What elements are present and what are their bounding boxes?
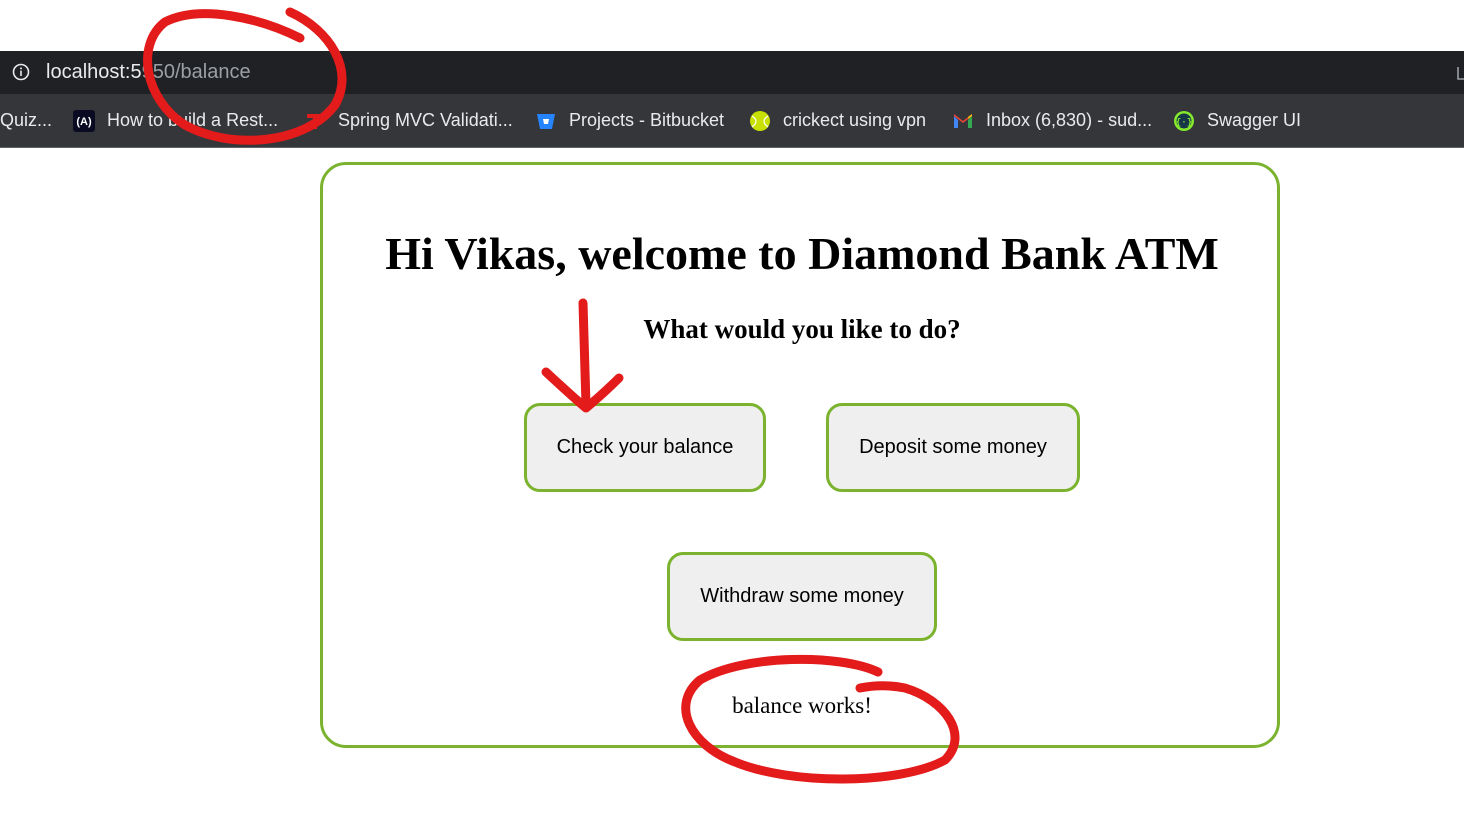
- bookmarks-bar: Quiz... (A) How to build a Rest... Sprin…: [0, 94, 1464, 148]
- bookmark-quiz[interactable]: Quiz...: [0, 94, 52, 147]
- bookmark-bitbucket[interactable]: Projects - Bitbucket: [535, 94, 724, 147]
- withdraw-button[interactable]: Withdraw some money: [667, 552, 937, 641]
- svg-text:{·}: {·}: [1176, 117, 1192, 127]
- swagger-icon: {·}: [1174, 110, 1194, 131]
- bookmark-cricket[interactable]: crickect using vpn: [749, 94, 926, 147]
- address-bar[interactable]: localhost:5950/balance: [0, 51, 1464, 94]
- bookmark-label: Projects - Bitbucket: [569, 110, 725, 130]
- url-path: 950/balance: [141, 61, 251, 83]
- bookmark-rest-api[interactable]: (A) How to build a Rest...: [73, 94, 278, 147]
- page-title: Hi Vikas, welcome to Diamond Bank ATM: [385, 228, 1219, 279]
- bookmark-label: crickect using vpn: [783, 110, 927, 130]
- bookmark-label: Inbox (6,830) - sud...: [986, 110, 1153, 130]
- svg-text:(A): (A): [76, 116, 92, 128]
- bookmark-label: Quiz...: [0, 110, 53, 130]
- url-host: localhost:5: [46, 61, 142, 83]
- bookmark-swagger[interactable]: {·} Swagger UI: [1173, 94, 1301, 147]
- bookmark-label: How to build a Rest...: [107, 110, 279, 130]
- tennis-ball-icon: [750, 110, 770, 131]
- info-icon[interactable]: [12, 63, 30, 81]
- bookmark-gmail[interactable]: Inbox (6,830) - sud...: [952, 94, 1152, 147]
- route-output-text: balance works!: [732, 693, 872, 718]
- bookmark-spring-mvc[interactable]: Spring MVC Validati...: [304, 94, 513, 147]
- install-icon[interactable]: [1456, 65, 1464, 81]
- bookmark-label: Spring MVC Validati...: [338, 110, 513, 130]
- deposit-button[interactable]: Deposit some money: [826, 403, 1080, 492]
- freecodecamp-icon: (A): [73, 109, 95, 132]
- bookmark-label: Swagger UI: [1207, 110, 1302, 130]
- bitbucket-icon: [537, 113, 555, 129]
- t-logo-icon: [307, 113, 323, 129]
- page-top-gap: [0, 0, 1464, 51]
- check-balance-button[interactable]: Check your balance: [524, 403, 766, 492]
- url-text[interactable]: localhost:5950/balance: [46, 61, 251, 84]
- page-subtitle: What would you like to do?: [643, 314, 961, 344]
- gmail-icon: [954, 113, 972, 128]
